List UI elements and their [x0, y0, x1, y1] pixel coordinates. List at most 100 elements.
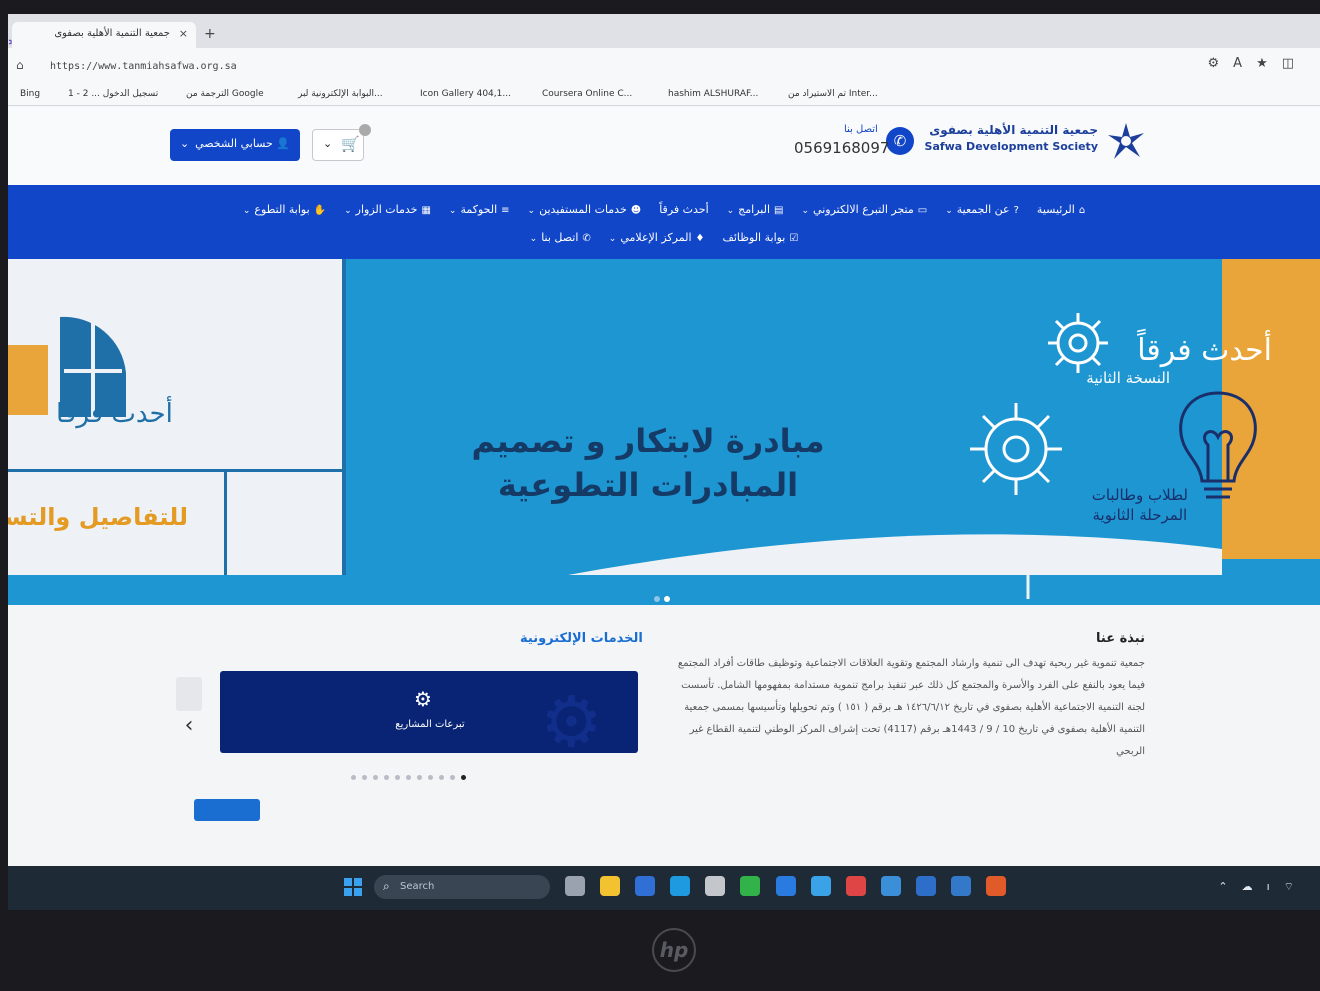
- bookmark-item[interactable]: Bing: [20, 89, 40, 99]
- chevron-down-icon: ⌄: [945, 206, 953, 216]
- gear-icon: ⚙: [540, 681, 603, 753]
- list-icon: ≡: [501, 205, 510, 216]
- nav-item[interactable]: ▤البرامج⌄: [727, 203, 784, 216]
- services-title: الخدمات الإلكترونية: [520, 631, 643, 646]
- hp-logo-icon: hp: [652, 928, 696, 972]
- org-name-en: Safwa Development Society: [924, 140, 1098, 153]
- bookmark-item[interactable]: Icon Gallery 404,1...: [420, 89, 511, 99]
- pagination-dot[interactable]: [362, 775, 367, 780]
- chrome-icon[interactable]: [810, 876, 831, 896]
- bookmark-item[interactable]: تم الاستيراد من Inter...: [788, 89, 878, 99]
- content-section: نبذة عنا جمعية تنموية غير ربحية تهدف الى…: [8, 605, 1320, 880]
- hero-students-line2: المرحلة الثانوية: [1092, 506, 1188, 524]
- chevron-down-icon: ⌄: [527, 206, 536, 216]
- taskbar-search[interactable]: ⌕ Search: [374, 875, 550, 899]
- nav-row-2: ☑بوابة الوظائف ♦المركز الإعلامي⌄ ✆اتصل بنا…: [8, 231, 1320, 244]
- hero-title-line2: المبادرات التطوعية: [497, 466, 799, 504]
- pagination-dot[interactable]: [654, 596, 660, 602]
- nav-item[interactable]: ♦المركز الإعلامي⌄: [609, 231, 705, 244]
- account-button[interactable]: 👤 حسابي الشخصي ⌄: [170, 129, 300, 161]
- nav-item-label: خدمات المستفيدين: [539, 203, 627, 216]
- chevron-down-icon: ⌄: [448, 206, 457, 216]
- page-info-icon[interactable]: ⌂: [16, 58, 24, 72]
- pagination-dot[interactable]: [406, 775, 411, 780]
- pagination-dot[interactable]: [450, 775, 455, 780]
- pagination-dot[interactable]: [384, 775, 389, 780]
- edge-icon[interactable]: [670, 876, 691, 896]
- more-button[interactable]: [194, 799, 260, 821]
- address-bar: ⌂ https://www.tanmiahsafwa.org.sa ⚙A★◫: [8, 48, 1320, 84]
- nav-item[interactable]: ✋بوابة التطوع⌄: [243, 203, 326, 216]
- chevron-left-icon[interactable]: ‹: [176, 713, 202, 743]
- phone-icon[interactable]: ✆: [886, 127, 914, 155]
- teams-icon[interactable]: [635, 876, 656, 896]
- task-view-icon[interactable]: [565, 876, 585, 896]
- app-icon[interactable]: [845, 876, 866, 896]
- nav-row-1: ⌂الرئيسية ?عن الجمعية⌄ ▭متجر التبرع الالكت…: [8, 203, 1320, 216]
- pagination-dot[interactable]: [417, 775, 422, 780]
- nav-item-label: بوابة التطوع: [254, 203, 310, 216]
- hero-students-label: لطلاب وطالبات المرحلة الثانوية: [1092, 485, 1188, 525]
- pagination-dot[interactable]: [428, 775, 433, 780]
- nav-item[interactable]: ≡الحوكمة⌄: [449, 203, 510, 216]
- pagination-dot[interactable]: [664, 596, 670, 602]
- system-tray[interactable]: ⌃☁ı⌔: [1218, 880, 1308, 894]
- bookmark-item[interactable]: البوابة الإلكترونية لبر...: [298, 89, 383, 99]
- cart-button[interactable]: ⌄ 🛒: [312, 124, 371, 161]
- nav-item-label: اتصل بنا: [541, 231, 579, 244]
- bookmark-item[interactable]: Coursera Online C...: [542, 89, 632, 99]
- new-tab-button[interactable]: +: [204, 26, 216, 42]
- nav-item-label: الرئيسية: [1036, 203, 1075, 216]
- browser-window: ✲ جمعية التنمية الأهلية بصفوى × + ⌂ http…: [8, 14, 1320, 880]
- check-icon: ☑: [789, 233, 799, 244]
- gears-icon: ⚙: [414, 687, 432, 711]
- bookmark-item[interactable]: hashim ALSHURAF...: [668, 89, 758, 99]
- pagination-dot[interactable]: [373, 775, 378, 780]
- nav-item[interactable]: أحدث فرقاً: [659, 203, 708, 216]
- org-logo-icon[interactable]: [1104, 119, 1148, 163]
- card-icon: ▭: [917, 205, 928, 216]
- word-icon[interactable]: [915, 876, 936, 896]
- hero-pagination: [652, 587, 672, 605]
- mic-icon: ♦: [695, 233, 705, 244]
- nav-item[interactable]: ▭متجر التبرع الالكتروني⌄: [801, 203, 927, 216]
- mail-icon[interactable]: [775, 876, 796, 896]
- about-title: نبذة عنا: [1096, 631, 1145, 646]
- url-field[interactable]: https://www.tanmiahsafwa.org.sa: [40, 56, 1120, 78]
- nav-item[interactable]: ⌂الرئيسية: [1037, 203, 1085, 216]
- pagination-dot[interactable]: [395, 775, 400, 780]
- cart-badge: [359, 124, 371, 136]
- bookmark-item[interactable]: الترجمة من Google: [186, 89, 264, 99]
- store-icon[interactable]: [705, 876, 726, 896]
- nav-item[interactable]: ▦خدمات الزوار⌄: [344, 203, 431, 216]
- phone-number[interactable]: 0569168097: [794, 139, 889, 157]
- nav-item-label: خدمات الزوار: [355, 203, 418, 216]
- nav-item[interactable]: ☻خدمات المستفيدين⌄: [528, 203, 642, 216]
- hero-edition-label: النسخة الثانية: [1086, 369, 1170, 387]
- chevron-down-icon: ⌄: [180, 137, 190, 150]
- browser-toolbar-icons[interactable]: ⚙A★◫: [1208, 56, 1308, 71]
- bookmark-item[interactable]: تسجيل الدخول ... 2 - 1: [68, 89, 158, 99]
- chevron-down-icon: ⌄: [801, 206, 810, 216]
- browser-tab[interactable]: جمعية التنمية الأهلية بصفوى ×: [12, 22, 196, 48]
- nav-item[interactable]: ?عن الجمعية⌄: [945, 203, 1019, 216]
- app-icon[interactable]: [986, 876, 1007, 896]
- nav-item[interactable]: ☑بوابة الوظائف: [722, 231, 798, 244]
- service-card[interactable]: ⚙ ⚙ تبرعات المشاريع: [220, 671, 638, 753]
- pagination-dot[interactable]: [461, 775, 466, 780]
- gear-icon: [970, 403, 1062, 495]
- pagination-dot[interactable]: [351, 775, 356, 780]
- cart-icon: 🛒: [341, 135, 360, 153]
- divider: [8, 469, 346, 472]
- chat-icon[interactable]: [740, 876, 761, 896]
- hero-slider[interactable]: أحدث فرقا للتفاصيل والتسجيل مبادرة لابتك…: [8, 259, 1320, 605]
- pagination-dot[interactable]: [439, 775, 444, 780]
- app-icon[interactable]: [951, 876, 972, 896]
- hero-title-line1: مبادرة لابتكار و تصميم: [471, 422, 825, 460]
- users-icon: ☻: [630, 205, 642, 216]
- windows-start-icon[interactable]: [344, 878, 362, 896]
- tab-close-icon[interactable]: ×: [179, 27, 188, 40]
- file-explorer-icon[interactable]: [600, 876, 621, 896]
- outlook-icon[interactable]: [880, 876, 901, 896]
- nav-item[interactable]: ✆اتصل بنا⌄: [530, 231, 591, 244]
